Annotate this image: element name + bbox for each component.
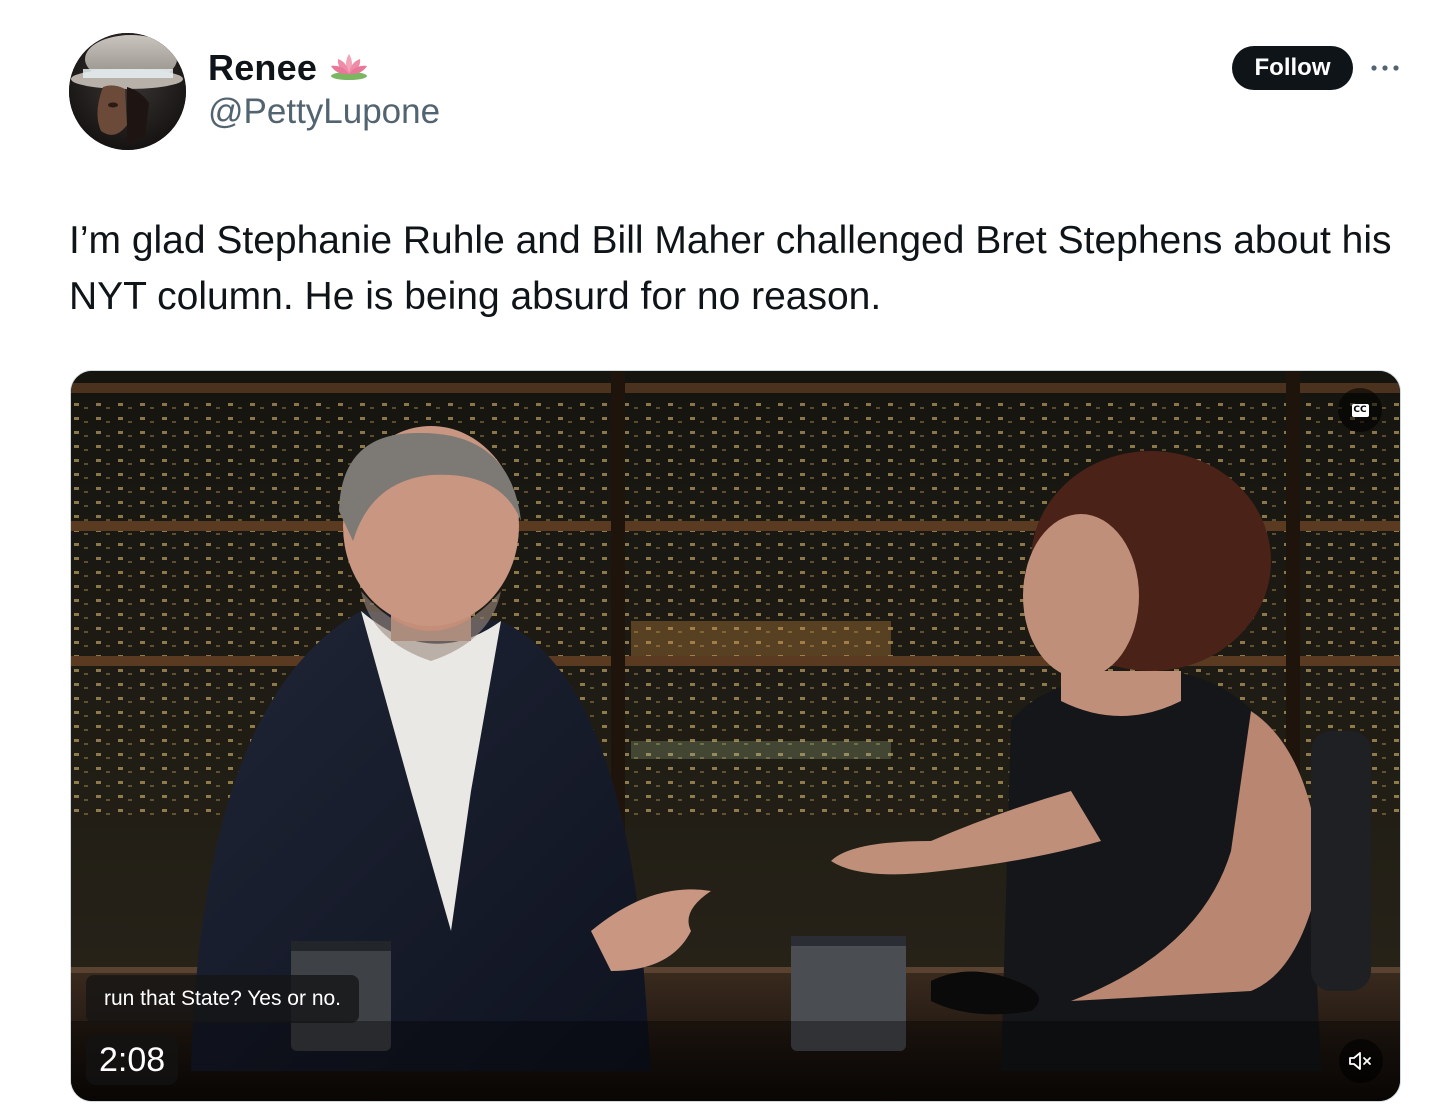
more-options-button[interactable] — [1368, 56, 1402, 80]
mute-button[interactable] — [1339, 1039, 1383, 1083]
tweet-text: I’m glad Stephanie Ruhle and Bill Maher … — [69, 219, 1392, 318]
author-handle[interactable]: @PettyLupone — [208, 92, 440, 132]
avatar[interactable] — [69, 33, 186, 150]
video-timestamp: 2:08 — [86, 1035, 179, 1085]
lotus-icon — [329, 51, 369, 86]
closed-captions-icon: CC — [1351, 403, 1369, 417]
video-caption: run that State? Yes or no. — [86, 975, 360, 1023]
muted-speaker-icon — [1349, 1052, 1371, 1070]
closed-captions-button[interactable]: CC — [1338, 388, 1382, 432]
follow-button[interactable]: Follow — [1232, 46, 1353, 90]
author-display-name[interactable]: Renee — [208, 47, 317, 89]
author-name-row[interactable]: Renee — [208, 46, 369, 90]
video-player[interactable]: CC run that State? Yes or no. 2:08 — [70, 370, 1401, 1102]
more-dots-icon — [1371, 65, 1399, 71]
